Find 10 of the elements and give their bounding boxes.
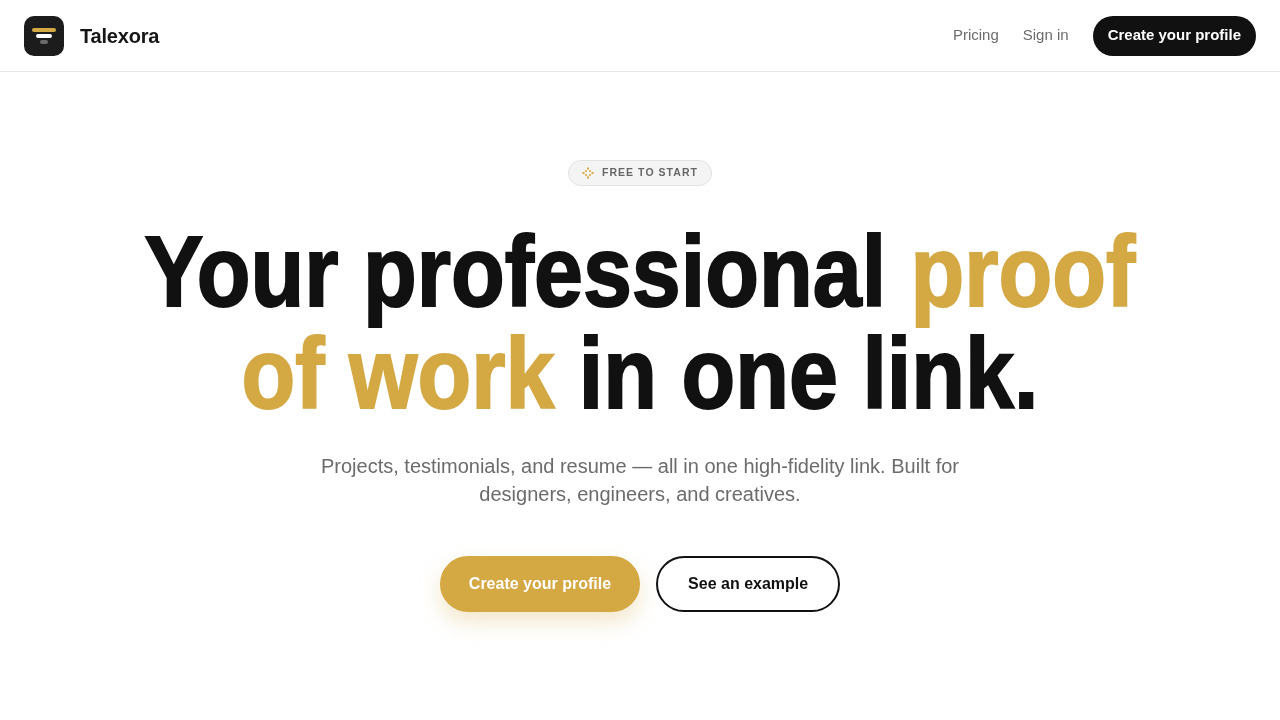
hero-headline: Your professional proof of work in one link. xyxy=(143,220,1137,424)
brand-name[interactable]: Talexora xyxy=(80,20,160,51)
sparkle-icon xyxy=(581,167,594,179)
nav-link[interactable]: Pricing xyxy=(952,24,999,47)
nav-link[interactable]: Sign in xyxy=(1022,24,1069,47)
create-profile-button[interactable]: Create your profile xyxy=(1092,15,1256,56)
see-example-button[interactable]: See an example xyxy=(656,556,841,612)
logo-icon[interactable] xyxy=(24,15,64,56)
hero-subtitle: Projects, testimonials, and resume — all in one high-fidelity link. Built for designers, engineers, and creatives. xyxy=(319,454,961,507)
badge-text: FREE TO START xyxy=(601,165,699,181)
